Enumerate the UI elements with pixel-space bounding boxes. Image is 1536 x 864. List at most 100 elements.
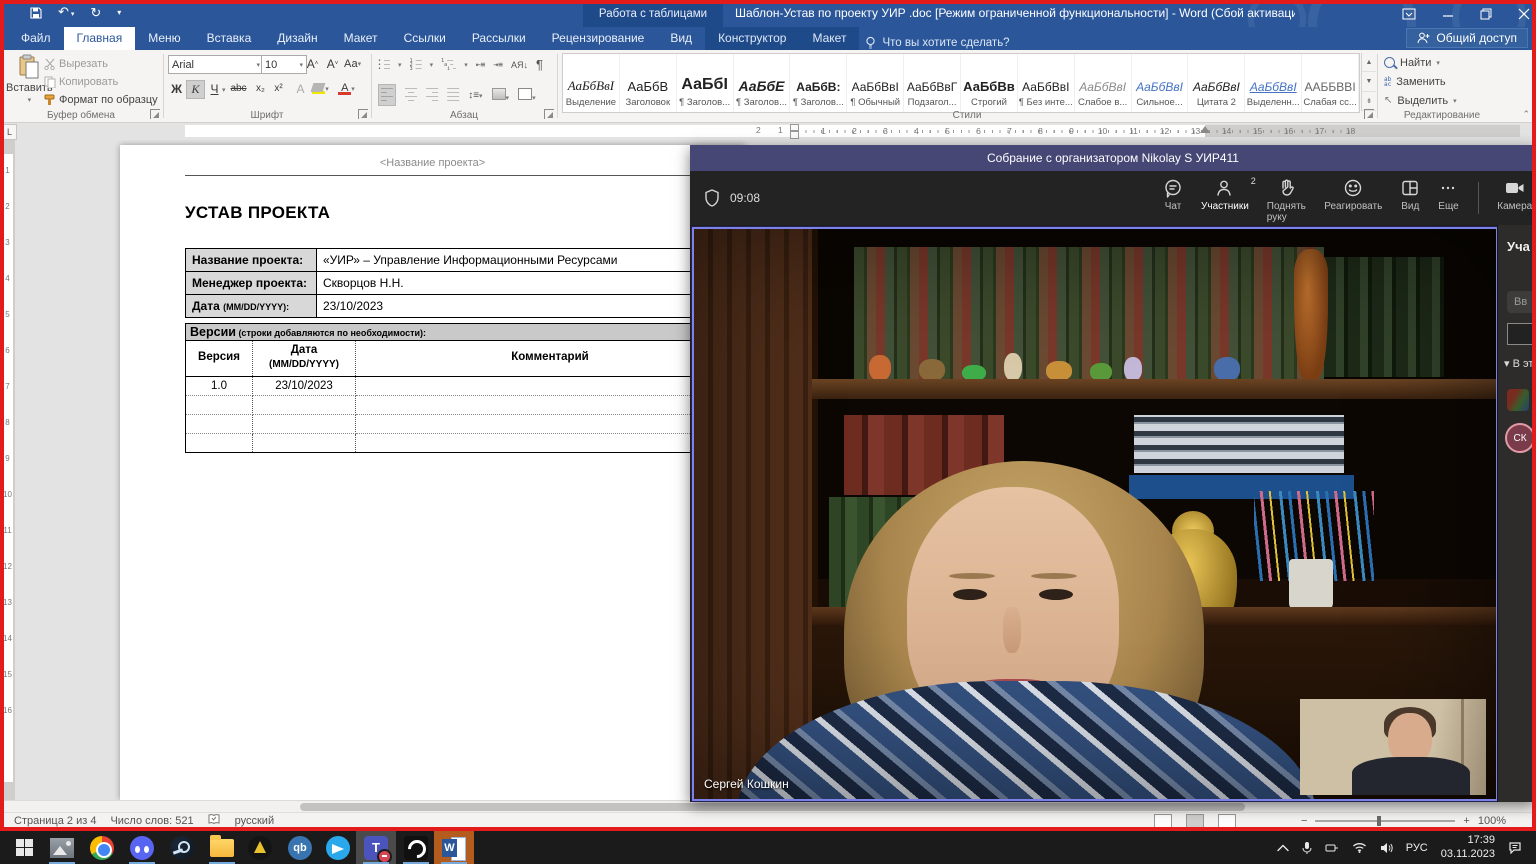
ribbon-tab[interactable]: Вид [657,27,705,50]
style-item[interactable]: АаБбВвІ ¶ Без инте... [1018,54,1075,112]
minimize-icon[interactable] [1442,8,1454,20]
ribbon-tab[interactable]: Вставка [194,27,265,50]
style-item[interactable]: АаБбВ: ¶ Заголов... [790,54,847,112]
taskbar-explorer[interactable] [202,831,242,864]
font-color-button[interactable]: А▾ [338,80,355,97]
ribbon-tab[interactable]: Главная [64,27,136,50]
tray-language[interactable]: РУС [1406,842,1428,854]
increase-indent-icon[interactable]: ⇥≡ [493,61,503,69]
right-indent-marker[interactable] [1200,126,1210,133]
save-icon[interactable] [30,7,42,19]
ribbon-tab[interactable]: Макет [799,27,859,50]
shading-icon[interactable]: ▾ [492,88,510,103]
taskbar-teams[interactable]: T [356,831,396,864]
taskbar-steam[interactable] [162,831,202,864]
ribbon-tab[interactable]: Дизайн [264,27,330,50]
zoom-slider[interactable] [1315,820,1455,822]
react-button[interactable]: Реагировать [1319,178,1387,223]
language-indicator[interactable]: русский [235,815,274,827]
undo-icon[interactable]: ↶ ▾ [58,3,74,24]
redo-icon[interactable]: ↻ [90,4,101,22]
text-effects-button[interactable]: А [292,80,309,97]
tab-stop-selector[interactable]: L [2,124,17,140]
tray-clock[interactable]: 17:3903.11.2023 [1441,834,1495,862]
taskbar-photos[interactable] [42,831,82,864]
font-size-combo[interactable]: 10▾ [261,55,307,74]
share-button[interactable]: Общий доступ [1406,28,1528,48]
replace-button[interactable]: ab ac Заменить [1384,72,1446,91]
taskbar-sharex[interactable] [396,831,436,864]
style-item[interactable]: АаБбВвІ ¶ Обычный [847,54,904,112]
pilcrow-icon[interactable]: ¶ [536,57,543,72]
ribbon-tab[interactable]: Макет [331,27,391,50]
style-item[interactable]: АаБбВвІ Выделенн... [1245,54,1302,112]
taskbar-word[interactable]: W [434,831,474,864]
raise-hand-button[interactable]: Поднять руку [1262,178,1311,223]
zoom-slider-thumb[interactable] [1377,816,1381,826]
sort-icon[interactable]: АЯ↓ [511,60,528,70]
taskbar-aimp[interactable] [240,831,280,864]
change-case-button[interactable]: Аа▾ [344,55,361,72]
participants-search-input[interactable] [1507,323,1536,345]
underline-dropdown[interactable]: ▾ [222,86,226,94]
close-icon[interactable] [1518,8,1530,20]
align-right-icon[interactable]: ———— —— ———— —— [426,87,438,103]
document-page[interactable]: <Название проекта> УСТАВ ПРОЕКТА Названи… [120,145,745,800]
versions-table[interactable]: Версии (строки добавляются по необходимо… [185,323,745,453]
meeting-titlebar[interactable]: Собрание с организатором Nikolay S УИР41… [690,145,1536,171]
font-family-combo[interactable]: Arial▾ [168,55,264,74]
tray-wifi-icon[interactable] [1352,842,1367,853]
view-button[interactable]: Вид [1395,178,1425,223]
web-layout-icon[interactable] [1218,814,1236,829]
camera-button[interactable]: Камера [1492,178,1536,223]
more-button[interactable]: Еще [1433,178,1463,223]
ribbon-tab[interactable]: Файл [8,27,64,50]
scrollbar-thumb[interactable] [300,803,1245,811]
find-button[interactable]: Найти▾ [1384,53,1440,72]
select-button[interactable]: ↖ Выделить▾ [1384,91,1457,110]
taskbar-qbittorrent[interactable]: qb [280,831,320,864]
bold-button[interactable]: Ж [168,80,185,97]
line-spacing-icon[interactable]: ↕≡▾ [468,90,482,101]
tray-volume-icon[interactable] [1380,842,1393,854]
decrease-indent-icon[interactable]: ⇤≡ [476,61,486,69]
font-dialog-launcher[interactable] [358,109,368,119]
styles-dialog-launcher[interactable] [1364,109,1374,119]
format-painter-button[interactable]: Формат по образцу [44,94,158,106]
grow-font-button[interactable]: А˄ [304,55,321,72]
zoom-level[interactable]: 100% [1478,815,1506,827]
subscript-button[interactable]: x₂ [252,80,269,97]
participants-panel[interactable]: Уча Вв ▾ В эт СК [1497,225,1536,802]
read-mode-icon[interactable] [1154,814,1172,829]
ribbon-display-options-icon[interactable] [1402,8,1416,20]
paragraph-dialog-launcher[interactable] [544,109,554,119]
taskbar-discord[interactable] [122,831,162,864]
participants-panel-button[interactable]: Вв [1507,291,1536,313]
styles-scroll-up[interactable]: ▲ [1362,53,1376,72]
ribbon-tab[interactable]: Рассылки [459,27,539,50]
project-info-table[interactable]: Название проекта: «УИР» – Управление Инф… [185,248,745,318]
participant-initials-avatar[interactable]: СК [1505,423,1535,453]
teams-meeting-window[interactable]: Собрание с организатором Nikolay S УИР41… [690,145,1536,802]
italic-button[interactable]: К [186,80,205,99]
zoom-in-icon[interactable]: + [1463,815,1469,827]
tray-expand-icon[interactable] [1277,844,1289,852]
clipboard-dialog-launcher[interactable] [150,109,160,119]
style-item[interactable]: АаБбВвІ Слабое в... [1075,54,1132,112]
self-view-video[interactable] [1300,699,1486,795]
zoom-out-icon[interactable]: − [1301,815,1307,827]
ribbon-tab[interactable]: Конструктор [705,27,799,50]
participants-button[interactable]: 2 Участники [1196,178,1254,223]
copy-button[interactable]: Копировать [44,76,118,88]
borders-icon[interactable]: ▾ [518,88,536,103]
page-indicator[interactable]: Страница 2 из 4 [14,815,96,827]
chat-button[interactable]: Чат [1158,178,1188,223]
underline-button[interactable]: Ч [206,80,223,97]
ribbon-tab[interactable]: Ссылки [391,27,459,50]
taskbar-telegram[interactable] [318,831,358,864]
style-item[interactable]: АаБбВв Строгий [961,54,1018,112]
tray-mic-icon[interactable] [1302,841,1312,855]
style-item[interactable]: АаБбВвІ Выделение [563,54,620,112]
styles-scroll-down[interactable]: ▼ [1362,72,1376,91]
bullets-icon[interactable]: • —— • —— • —— [378,59,390,71]
